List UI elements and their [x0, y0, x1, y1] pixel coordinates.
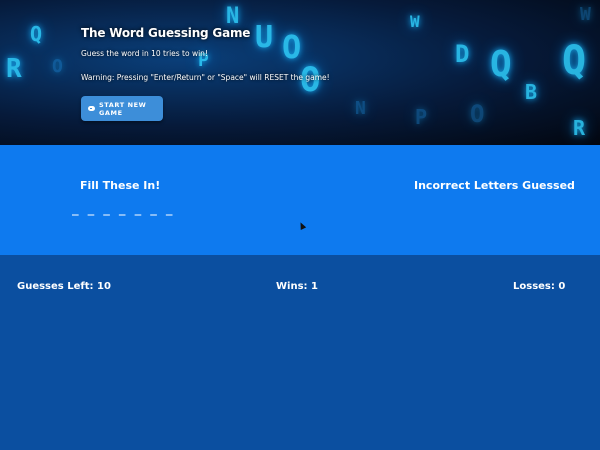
hero-banner: R Q O P N U O O N W P D O Q B Q R W The …	[0, 0, 600, 145]
reset-warning: Warning: Pressing "Enter/Return" or "Spa…	[81, 73, 330, 82]
hero-content: The Word Guessing Game Guess the word in…	[81, 26, 330, 121]
bg-glyph: N	[355, 98, 366, 119]
bg-glyph: B	[525, 80, 538, 104]
page-title: The Word Guessing Game	[81, 26, 251, 40]
game-board: Fill These In! _ _ _ _ _ _ _ Incorrect L…	[0, 145, 600, 255]
bg-glyph: D	[455, 40, 470, 68]
start-button-label: START NEW GAME	[98, 100, 147, 117]
losses-count: Losses: 0	[513, 281, 566, 292]
fill-these-in-heading: Fill These In!	[80, 179, 161, 192]
bg-glyph: Q	[490, 44, 512, 85]
bg-glyph: O	[52, 56, 63, 77]
guesses-left: Guesses Left: 10	[17, 281, 111, 292]
bg-glyph: R	[6, 54, 22, 84]
incorrect-letters-heading: Incorrect Letters Guessed	[414, 179, 575, 192]
gamepad-icon	[88, 106, 95, 111]
bg-glyph: Q	[30, 22, 43, 46]
start-new-game-button[interactable]: START NEW GAME	[81, 96, 163, 121]
bg-glyph: Q	[562, 38, 587, 84]
bg-glyph: O	[470, 100, 485, 128]
stats-bar: Guesses Left: 10 Wins: 1 Losses: 0	[0, 255, 600, 450]
bg-glyph: W	[580, 4, 591, 25]
bg-glyph: R	[573, 116, 586, 140]
bg-glyph: W	[410, 12, 420, 31]
bg-glyph: P	[415, 105, 428, 129]
word-blanks: _ _ _ _ _ _ _	[72, 203, 174, 216]
game-instructions: Guess the word in 10 tries to win!	[81, 49, 208, 58]
wins-count: Wins: 1	[276, 281, 318, 292]
